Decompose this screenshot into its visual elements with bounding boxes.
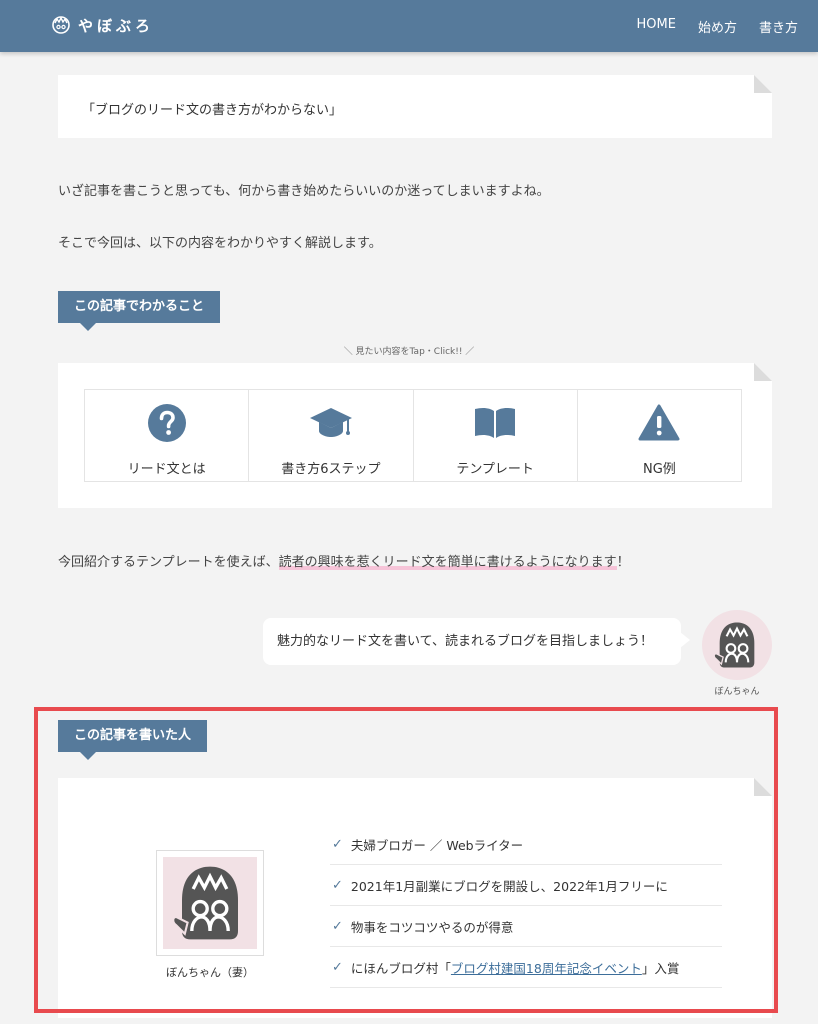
template-sentence-end: ！: [616, 555, 630, 570]
toc-item-what-is-lead[interactable]: リード文とは: [85, 390, 250, 481]
logo-text: やぼぶろ: [78, 16, 155, 35]
intro-paragraph-2: そこで今回は、以下の内容をわかりやすく解説します。: [58, 236, 382, 251]
main-nav: HOME 始め方 書き方: [637, 17, 798, 36]
toc-box: リード文とは 書き方6ステップ テンプレート NG例: [58, 363, 772, 508]
character-face-icon: [713, 622, 755, 668]
open-book-icon: [473, 404, 517, 442]
speech-bubble: 魅力的なリード文を書いて、読まれるブログを目指しましょう！: [263, 618, 690, 665]
toc-label: NG例: [642, 462, 676, 477]
template-sentence: 今回紹介するテンプレートを使えば、読者の興味を惹くリード文を簡単に書けるようにな…: [58, 551, 630, 570]
graduation-cap-icon: [309, 404, 353, 442]
logo-face-icon: [52, 16, 70, 34]
toc-label: テンプレート: [456, 462, 534, 477]
speaker-avatar: [702, 610, 772, 680]
nav-home-link[interactable]: HOME: [637, 17, 676, 36]
site-header: やぼぶろ HOME 始め方 書き方: [0, 0, 818, 52]
toc-label: 書き方6ステップ: [281, 462, 381, 477]
toc-heading: この記事でわかること: [58, 291, 221, 331]
highlight-frame: [34, 707, 778, 1013]
quote-box: 「ブログのリード文の書き方がわからない」: [58, 75, 772, 138]
warning-triangle-icon: [638, 404, 680, 442]
site-logo[interactable]: やぼぶろ: [52, 13, 154, 37]
quote-text: 「ブログのリード文の書き方がわからない」: [82, 103, 343, 118]
toc-item-six-steps[interactable]: 書き方6ステップ: [249, 390, 414, 481]
highlighted-text: 読者の興味を惹くリード文を簡単に書けるようになります: [278, 555, 617, 570]
question-circle-icon: [147, 404, 187, 442]
toc-item-template[interactable]: テンプレート: [414, 390, 578, 481]
toc-item-ng-examples[interactable]: NG例: [578, 390, 741, 481]
intro-paragraph-1: いざ記事を書こうと思っても、何から書き始めたらいいのか迷ってしまいますよね。: [58, 184, 550, 199]
speaker-name: ぼんちゃん: [714, 687, 760, 697]
template-sentence-start: 今回紹介するテンプレートを使えば、: [58, 555, 279, 570]
nav-how-to-write-link[interactable]: 書き方: [759, 17, 798, 36]
toc-grid: リード文とは 書き方6ステップ テンプレート NG例: [84, 389, 742, 482]
tap-note: ＼ 見たい内容をTap・Click!! ／: [343, 347, 475, 357]
toc-label: リード文とは: [127, 462, 206, 477]
nav-getting-started-link[interactable]: 始め方: [698, 17, 737, 36]
